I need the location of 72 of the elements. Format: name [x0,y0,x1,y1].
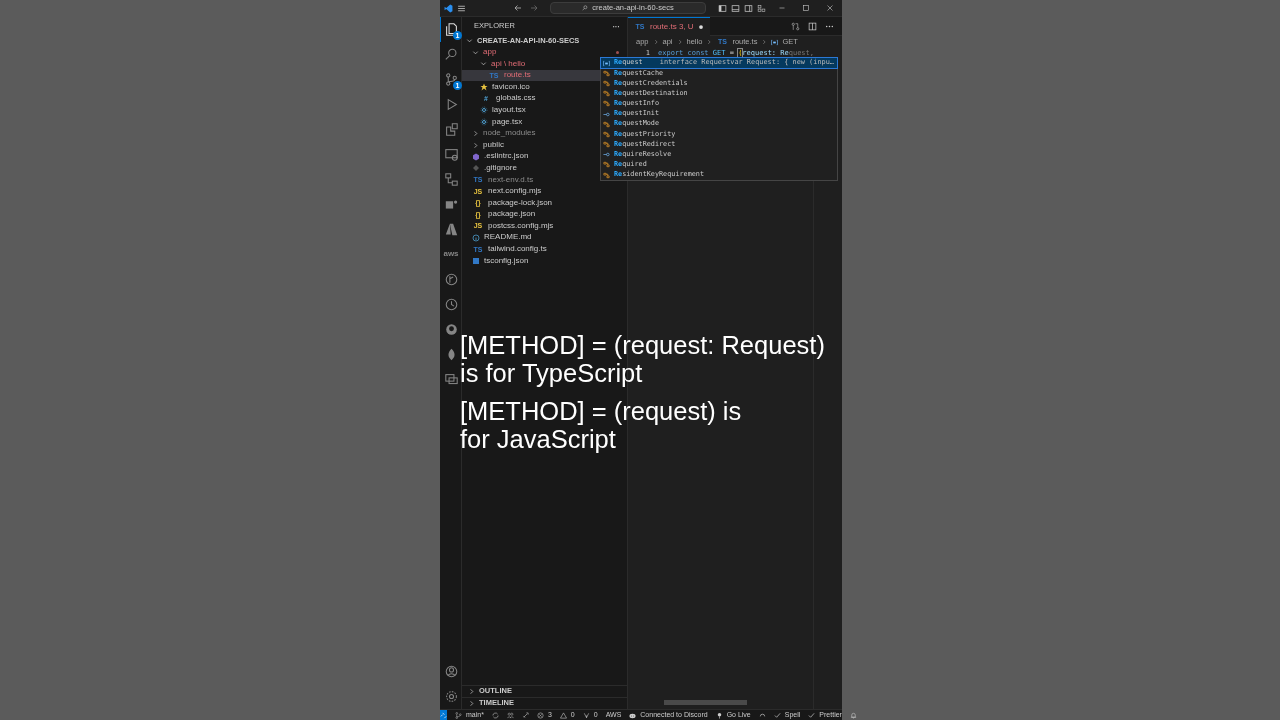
account-icon[interactable] [444,665,458,678]
people-icon[interactable] [506,711,514,719]
file-name[interactable]: tsconfig.json [484,256,529,266]
editor-logo-icon [444,3,453,13]
file-name[interactable]: app [483,48,497,57]
close-icon[interactable] [826,4,834,12]
menu-icon[interactable] [457,3,466,13]
files-icon[interactable] [445,23,458,36]
horizontal-scrollbar[interactable] [664,700,747,705]
file-name[interactable]: package-lock.json [488,198,553,208]
file-name[interactable]: .eslintrc.json [484,152,529,162]
branch-icon [455,711,462,719]
blocks-icon[interactable] [444,123,458,136]
chevron-icon[interactable] [468,700,475,707]
file-name[interactable]: node_modules [483,129,536,138]
variable-icon [771,38,779,46]
back-arrow-icon[interactable] [514,4,522,12]
warning-icon [559,711,567,719]
file-name[interactable]: public [483,140,504,150]
bell-icon[interactable] [849,711,857,719]
chevron-icon[interactable] [472,48,479,56]
file-name[interactable]: page.tsx [492,117,523,127]
remote-icon [440,711,447,719]
maximize-icon[interactable] [802,4,810,12]
modified-dot-icon [616,50,619,54]
chevron-icon [676,39,683,45]
secondary-sidebar-icon[interactable] [744,3,753,13]
chevron-icon [706,39,713,45]
comments-icon[interactable] [444,373,458,386]
error-icon [536,711,544,719]
file-name[interactable]: api \ hello [491,59,526,69]
chevron-icon [761,39,768,45]
chevron-icon[interactable] [466,37,473,45]
file-name[interactable]: README.md [484,233,532,243]
chevron-icon[interactable] [472,141,479,149]
caption-text: [METHOD] = (request) is for JavaScript [460,397,743,453]
file-name[interactable]: next-env.d.ts [488,175,534,185]
more-actions-button[interactable]: ··· [612,20,619,32]
caption-text: [METHOD] = (request: Request) is for TypeScript [460,331,826,387]
file-name[interactable]: favicon.ico [492,82,530,92]
file-name[interactable]: globals.css [496,94,536,104]
sidebar-layout-icon[interactable] [718,3,727,13]
broadcast-icon [715,711,723,719]
chevron-icon[interactable] [468,688,475,695]
spinner-icon[interactable] [758,711,766,719]
check-icon [808,711,816,719]
file-name[interactable]: postcss.config.mjs [488,221,554,231]
nodes-icon[interactable] [444,173,458,186]
split-editor-icon[interactable] [808,21,817,31]
aws-logo[interactable]: aws [443,250,459,259]
panel-layout-icon[interactable] [731,3,740,13]
chevron-icon[interactable] [472,130,479,138]
rocket-icon[interactable] [521,711,529,719]
timer-icon[interactable] [444,298,458,311]
chevron-icon[interactable] [480,60,487,68]
file-name[interactable]: tailwind.config.ts [488,245,547,254]
file-name[interactable]: .gitignore [484,163,517,173]
file-name[interactable]: route.ts [504,71,531,80]
compare-icon[interactable] [791,21,800,31]
file-name[interactable]: layout.tsx [492,105,526,115]
search-icon[interactable] [444,48,458,61]
file-name[interactable]: next.config.mjs [488,187,542,196]
branch-icon[interactable] [444,73,458,86]
monitor-icon[interactable] [444,148,458,161]
gear-icon[interactable] [444,690,458,703]
check-icon [773,711,781,719]
sync-icon[interactable] [491,711,499,719]
file-name[interactable]: package.json [488,210,536,220]
customize-layout-icon[interactable] [757,3,766,13]
forward-arrow-icon[interactable] [530,4,538,12]
chevron-icon [652,39,659,45]
search-icon [582,5,589,11]
